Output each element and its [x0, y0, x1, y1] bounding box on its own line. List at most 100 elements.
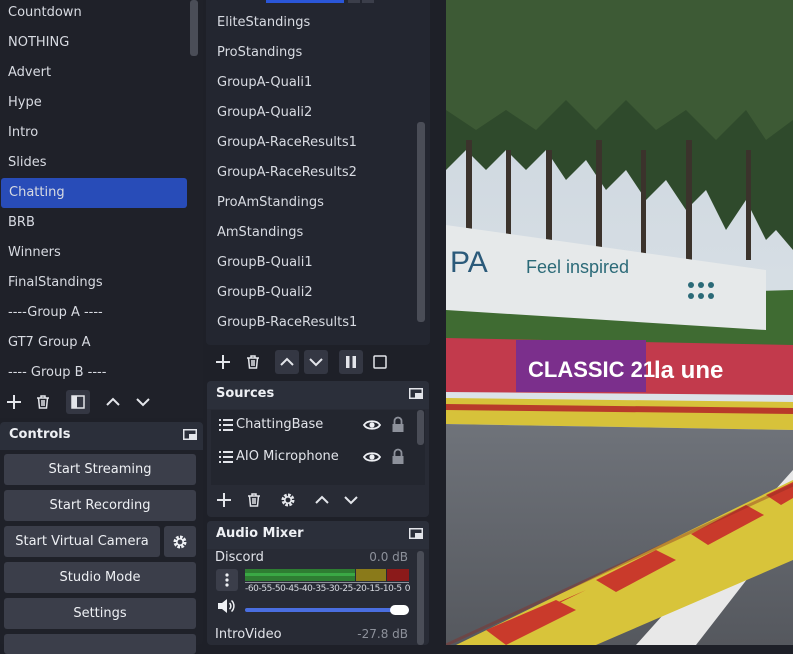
scene-item-finalstandings[interactable]: FinalStandings — [0, 268, 188, 298]
start-recording-button[interactable]: Start Recording — [4, 490, 196, 521]
exit-button[interactable] — [4, 634, 196, 654]
meter-scale-label: -40 — [299, 584, 313, 594]
meter-scale-label: -30 — [326, 584, 340, 594]
remove-item-button[interactable] — [241, 350, 265, 374]
chevron-down-icon — [136, 398, 150, 407]
eye-icon[interactable] — [363, 417, 381, 433]
float-dock-icon[interactable] — [409, 388, 423, 399]
mixer-scrollbar[interactable] — [417, 551, 424, 645]
move-scene-up-button[interactable] — [101, 390, 125, 414]
controls-title: Controls — [9, 427, 71, 442]
list-item[interactable]: GroupA-Quali2 — [217, 98, 312, 128]
scenes-scrollbar[interactable] — [190, 0, 198, 56]
source-properties-button[interactable] — [276, 488, 300, 512]
chevron-down-icon — [309, 358, 323, 367]
meter-scale-label: -20 — [353, 584, 367, 594]
plus-icon — [217, 493, 231, 507]
scene-item-chatting[interactable]: Chatting — [1, 178, 187, 208]
source-label: AIO Microphone — [236, 449, 339, 464]
scene-item-winners[interactable]: Winners — [0, 238, 188, 268]
list-item[interactable]: AmStandings — [217, 218, 303, 248]
speaker-icon — [218, 599, 235, 613]
banner-laune: la une — [654, 357, 723, 384]
channel-name-introvideo: IntroVideo — [215, 627, 282, 642]
list-item[interactable]: GroupB-RaceResults1 — [217, 308, 357, 338]
source-item-chattingbase[interactable]: ChattingBase — [219, 410, 425, 440]
start-virtual-camera-button[interactable]: Start Virtual Camera — [4, 526, 160, 557]
source-item-aio-microphone[interactable]: AIO Microphone — [219, 442, 425, 472]
volume-slider-handle[interactable] — [390, 605, 409, 615]
scene-item-advert[interactable]: Advert — [0, 58, 188, 88]
channel-level-discord: 0.0 dB — [369, 550, 408, 564]
list-item[interactable]: GroupB-Quali2 — [217, 278, 313, 308]
sources-title: Sources — [216, 386, 275, 401]
channel-menu-button[interactable] — [216, 569, 238, 591]
scene-item-intro[interactable]: Intro — [0, 118, 188, 148]
move-source-up-button[interactable] — [310, 488, 334, 512]
scene-item-group-a-divider[interactable]: ----Group A ---- — [0, 298, 188, 328]
controls-dock: Controls Start Streaming Start Recording… — [0, 422, 203, 654]
meter-scale: -60-55-50-45-40-35-30-25-20-15-10-5 0 — [245, 584, 415, 594]
pause-button[interactable] — [339, 350, 363, 374]
scene-list-panel: EliteStandings ProStandings GroupA-Quali… — [206, 0, 430, 345]
mute-button[interactable] — [216, 597, 238, 617]
add-item-button[interactable] — [211, 350, 235, 374]
list-item[interactable]: GroupA-RaceResults1 — [217, 128, 357, 158]
list-icon — [219, 442, 233, 472]
list-item[interactable]: ProAmStandings — [217, 188, 324, 218]
trash-icon — [248, 493, 260, 507]
scene-filters-button[interactable] — [66, 390, 90, 414]
float-dock-icon[interactable] — [183, 429, 197, 440]
scene-item-countdown[interactable]: Countdown — [0, 0, 188, 28]
scene-item-slides[interactable]: Slides — [0, 148, 188, 178]
list-item[interactable]: EliteStandings — [217, 8, 310, 38]
meter-scale-label: -60 — [245, 584, 259, 594]
list-item[interactable]: GroupB-Quali1 — [217, 248, 313, 278]
lock-icon[interactable] — [391, 448, 405, 465]
move-scene-down-button[interactable] — [131, 390, 155, 414]
scene-item-brb[interactable]: BRB — [0, 208, 188, 238]
eye-icon[interactable] — [363, 449, 381, 465]
loop-checkbox[interactable] — [368, 350, 392, 374]
pause-icon — [346, 356, 356, 368]
controls-dock-title: Controls — [0, 422, 203, 450]
virtual-camera-settings-button[interactable] — [164, 526, 196, 557]
move-up-button[interactable] — [275, 350, 299, 374]
meter-scale-label: 0 — [404, 584, 411, 594]
move-source-down-button[interactable] — [339, 488, 363, 512]
list-item[interactable]: GroupA-RaceResults2 — [217, 158, 357, 188]
scene-item-gt7-group-a[interactable]: GT7 Group A — [0, 328, 188, 358]
scene-item-hype[interactable]: Hype — [0, 88, 188, 118]
chevron-up-icon — [315, 495, 329, 504]
add-scene-button[interactable] — [2, 390, 26, 414]
remove-scene-button[interactable] — [31, 390, 55, 414]
list-item[interactable]: ProStandings — [217, 38, 302, 68]
volume-meter — [245, 569, 409, 581]
list-scrollbar[interactable] — [417, 122, 425, 322]
scenes-panel: Countdown NOTHING Advert Hype Intro Slid… — [0, 0, 203, 418]
sources-scrollbar[interactable] — [417, 410, 424, 445]
settings-button[interactable]: Settings — [4, 598, 196, 629]
volume-slider[interactable] — [245, 608, 409, 612]
meter-scale-label: -15 — [366, 584, 381, 594]
scene-item-group-b-divider[interactable]: ---- Group B ---- — [0, 358, 188, 388]
preview-canvas[interactable]: PA Feel inspired CLASSIC 21 la une — [446, 0, 793, 645]
start-streaming-button[interactable]: Start Streaming — [4, 454, 196, 485]
studio-mode-button[interactable]: Studio Mode — [4, 562, 196, 593]
chevron-down-icon — [344, 496, 358, 505]
lock-icon[interactable] — [391, 416, 405, 433]
move-down-button[interactable] — [304, 350, 328, 374]
meter-signal — [245, 573, 355, 576]
more-vertical-icon — [225, 573, 229, 587]
meter-scale-label: -45 — [285, 584, 300, 594]
float-dock-icon[interactable] — [409, 528, 423, 539]
add-source-button[interactable] — [212, 488, 236, 512]
meter-yellow-zone — [356, 569, 386, 581]
channel-name-discord: Discord — [215, 550, 264, 565]
chevron-up-icon — [106, 397, 120, 406]
list-item[interactable]: GroupA-Quali1 — [217, 68, 312, 98]
scene-item-nothing[interactable]: NOTHING — [0, 28, 188, 58]
tab-indicator — [266, 0, 344, 3]
remove-source-button[interactable] — [242, 488, 266, 512]
tab-indicator-2 — [348, 0, 360, 3]
